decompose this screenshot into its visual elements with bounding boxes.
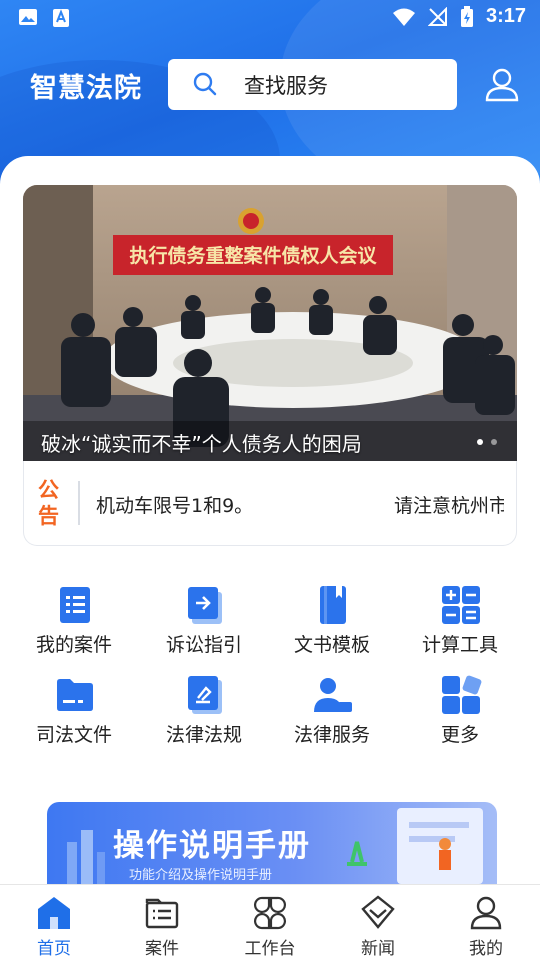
profile-icon — [470, 896, 502, 930]
bottom-navigation: 首页 案件 工作台 新闻 我的 — [0, 884, 540, 960]
news-icon — [361, 895, 395, 929]
gallery-icon — [19, 9, 37, 25]
search-placeholder: 查找服务 — [244, 74, 328, 98]
service-litigation-guide[interactable]: 诉讼指引 — [140, 584, 268, 664]
service-label: 司法文件 — [35, 724, 112, 746]
document-template-icon — [320, 586, 346, 624]
font-app-icon — [53, 9, 69, 27]
nav-label: 案件 — [145, 939, 179, 959]
meeting-banner-text: 执行债务重整案件债权人会议 — [129, 244, 377, 267]
more-icon — [442, 675, 482, 714]
wifi-icon — [392, 8, 415, 26]
manual-banner[interactable]: 操作说明手册 功能介绍及操作说明手册 — [47, 802, 497, 884]
banner-image: 执行债务重整案件债权人会议 — [23, 185, 517, 461]
search-bar[interactable]: 查找服务 — [168, 59, 457, 110]
carousel-dot — [491, 439, 497, 445]
workbench-icon — [254, 896, 286, 930]
service-label: 法律法规 — [165, 724, 242, 746]
service-label: 法律服务 — [293, 724, 370, 746]
nav-profile[interactable]: 我的 — [432, 885, 540, 960]
search-icon — [193, 72, 217, 96]
nav-label: 新闻 — [361, 939, 395, 959]
nav-news[interactable]: 新闻 — [324, 885, 432, 960]
service-label: 文书模板 — [293, 634, 370, 656]
service-more[interactable]: 更多 — [396, 674, 524, 754]
manual-subtitle: 功能介绍及操作说明手册 — [129, 868, 273, 883]
service-legal-services[interactable]: 法律服务 — [268, 674, 396, 754]
case-icon — [145, 898, 179, 929]
service-label: 更多 — [440, 724, 479, 746]
carousel-indicator — [477, 439, 497, 445]
service-label: 诉讼指引 — [165, 634, 242, 656]
banner-caption: 破冰“诚实而不幸”个人债务人的困局 — [41, 432, 362, 456]
notice-tag: 公告 — [38, 478, 59, 528]
nav-workbench[interactable]: 工作台 — [216, 885, 324, 960]
status-time: 3:17 — [485, 5, 526, 27]
nav-label: 工作台 — [244, 939, 296, 959]
nav-home[interactable]: 首页 — [0, 885, 108, 960]
notice-bar[interactable]: 公告 机动车限号1和9。 请注意杭州市 — [23, 461, 517, 546]
folder-icon — [57, 679, 93, 711]
user-profile-icon[interactable] — [484, 68, 520, 102]
manual-title: 操作说明手册 — [113, 828, 311, 864]
service-label: 计算工具 — [421, 634, 498, 656]
carousel-dot — [477, 439, 483, 445]
news-banner[interactable]: 执行债务重整案件债权人会议 破冰“诚实而不幸”个人债务人的困局 — [23, 185, 517, 461]
nav-cases[interactable]: 案件 — [108, 885, 216, 960]
nav-label: 我的 — [469, 939, 503, 959]
app-title: 智慧法院 — [30, 73, 142, 104]
case-list-icon — [60, 587, 90, 623]
service-judicial-documents[interactable]: 司法文件 — [10, 674, 138, 754]
nav-label: 首页 — [37, 939, 71, 959]
home-icon — [38, 897, 70, 929]
legal-service-icon — [314, 678, 352, 712]
law-book-icon — [188, 676, 222, 714]
service-calculator[interactable]: 计算工具 — [396, 584, 524, 664]
battery-charging-icon — [460, 5, 473, 27]
status-bar: 3:17 — [0, 0, 540, 36]
service-document-templates[interactable]: 文书模板 — [268, 584, 396, 664]
service-laws-regulations[interactable]: 法律法规 — [140, 674, 268, 754]
notice-divider — [78, 481, 80, 525]
service-label: 我的案件 — [35, 634, 112, 656]
no-signal-icon — [427, 6, 447, 26]
calculator-icon — [442, 586, 480, 624]
service-my-cases[interactable]: 我的案件 — [10, 584, 138, 664]
notice-text-next: 请注意杭州市 — [394, 495, 504, 517]
guide-icon — [188, 587, 222, 624]
notice-text: 机动车限号1和9。 — [96, 495, 254, 517]
